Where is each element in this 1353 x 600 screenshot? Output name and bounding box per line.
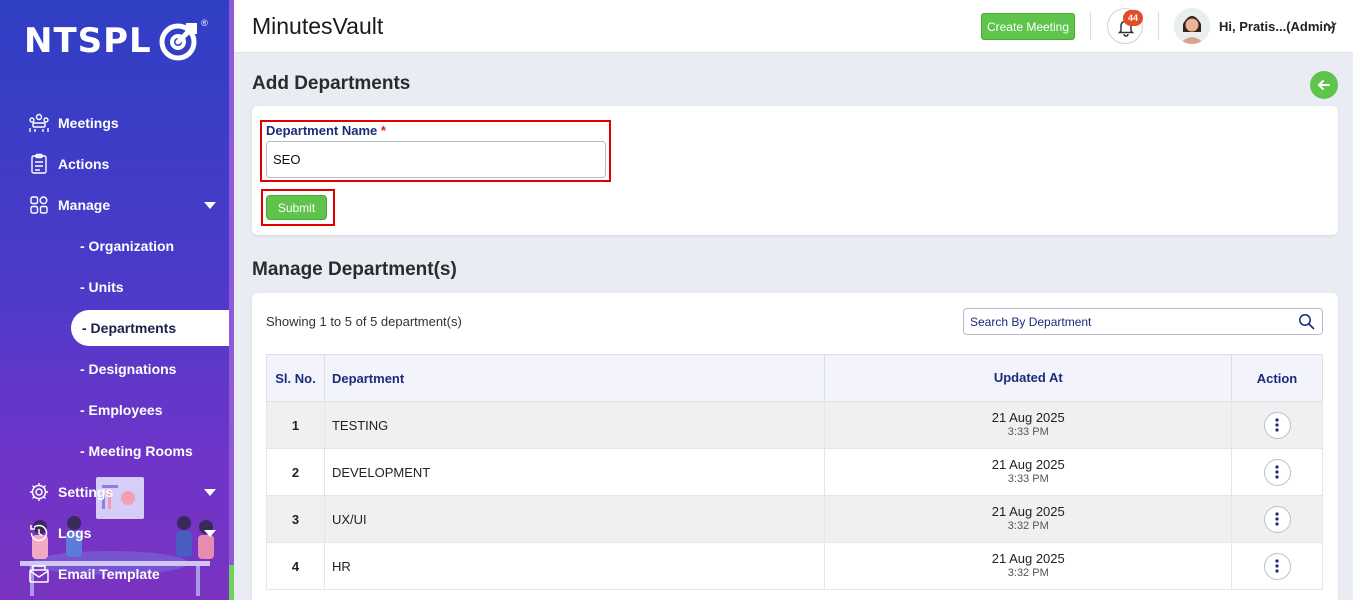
header-divider: [1158, 12, 1159, 40]
departments-table: Sl. No. Department Updated At Action 1 T…: [266, 354, 1323, 590]
table-row: 2 DEVELOPMENT 21 Aug 2025 3:33 PM: [266, 448, 1323, 496]
search-input[interactable]: [970, 313, 1280, 331]
row-actions-button[interactable]: [1263, 411, 1291, 439]
required-mark: *: [380, 123, 386, 138]
row-updated-time: 3:32 PM: [1007, 520, 1049, 532]
more-vertical-icon: [1275, 559, 1279, 573]
mail-icon: [28, 563, 50, 585]
col-header-sl-no: Sl. No.: [266, 354, 325, 402]
add-departments-title: Add Departments: [252, 73, 411, 94]
meetings-icon: [28, 112, 50, 134]
search-box[interactable]: [963, 308, 1323, 335]
row-department: TESTING: [323, 401, 826, 449]
more-vertical-icon: [1275, 418, 1279, 432]
sidebar-sub-departments-label: - Departments: [82, 320, 177, 336]
sidebar-item-label: Actions: [58, 156, 110, 172]
sidebar-sub-employees[interactable]: - Employees: [80, 402, 162, 418]
sidebar-border: [229, 0, 234, 600]
chevron-down-icon: [204, 529, 216, 537]
sidebar-item-settings[interactable]: Settings: [0, 474, 229, 510]
grid-icon: [28, 194, 50, 216]
manage-departments-title: Manage Department(s): [252, 259, 457, 280]
history-icon: [28, 522, 50, 544]
brand-logo[interactable]: NTSPL ®: [24, 18, 208, 64]
row-updated-date: 21 Aug 2025: [991, 410, 1065, 425]
chevron-down-icon: [204, 201, 216, 209]
row-updated-time: 3:33 PM: [1007, 426, 1049, 438]
row-actions-button[interactable]: [1263, 552, 1291, 580]
department-name-label-text: Department Name: [266, 123, 378, 138]
row-actions-button[interactable]: [1263, 458, 1291, 486]
logo-target-icon: ®: [158, 18, 208, 62]
back-button[interactable]: [1310, 71, 1338, 99]
sidebar-item-meetings[interactable]: Meetings: [0, 105, 229, 141]
sidebar-item-manage[interactable]: Manage: [0, 187, 229, 223]
department-name-input[interactable]: [266, 141, 606, 178]
row-department: HR: [323, 542, 826, 590]
row-updated-at: 21 Aug 2025 3:32 PM: [824, 495, 1233, 543]
sidebar-item-actions[interactable]: Actions: [0, 146, 229, 182]
chevron-down-icon: [204, 488, 216, 496]
sidebar-item-email-template[interactable]: Email Template: [0, 556, 229, 592]
row-updated-date: 21 Aug 2025: [991, 551, 1065, 566]
col-header-department: Department: [323, 354, 826, 402]
table-row: 4 HR 21 Aug 2025 3:32 PM: [266, 542, 1323, 590]
row-actions-button[interactable]: [1263, 505, 1291, 533]
row-updated-at: 21 Aug 2025 3:32 PM: [824, 542, 1233, 590]
table-row: 1 TESTING 21 Aug 2025 3:33 PM: [266, 401, 1323, 449]
create-meeting-button[interactable]: Create Meeting: [981, 13, 1075, 40]
more-vertical-icon: [1275, 512, 1279, 526]
sidebar-item-label: Email Template: [58, 566, 160, 582]
row-updated-at: 21 Aug 2025 3:33 PM: [824, 401, 1233, 449]
sidebar-item-label: Logs: [58, 525, 92, 541]
sidebar-item-label: Manage: [58, 197, 111, 213]
submit-button[interactable]: Submit: [266, 195, 327, 220]
sidebar-sub-meeting-rooms[interactable]: - Meeting Rooms: [80, 443, 193, 459]
user-avatar-icon: [1174, 8, 1210, 44]
row-action: [1231, 401, 1323, 449]
department-name-label: Department Name *: [266, 123, 386, 138]
row-sl-no: 3: [266, 495, 325, 543]
row-updated-date: 21 Aug 2025: [991, 457, 1065, 472]
clipboard-icon: [28, 153, 50, 175]
row-department: DEVELOPMENT: [323, 448, 826, 496]
notification-count-badge: 44: [1123, 10, 1143, 26]
row-department: UX/UI: [323, 495, 826, 543]
sidebar-sub-designations[interactable]: - Designations: [80, 361, 176, 377]
gear-icon: [28, 481, 50, 503]
sidebar: NTSPL ® Meetings Actions Manage - Organi…: [0, 0, 234, 600]
table-header-row: Sl. No. Department Updated At Action: [266, 354, 1323, 402]
header-divider: [1090, 12, 1091, 40]
row-updated-date: 21 Aug 2025: [991, 504, 1065, 519]
top-header: MinutesVault Create Meeting 44 Hi, Prati…: [234, 0, 1353, 53]
row-updated-time: 3:33 PM: [1007, 473, 1049, 485]
row-sl-no: 1: [266, 401, 325, 449]
row-sl-no: 4: [266, 542, 325, 590]
row-action: [1231, 542, 1323, 590]
row-sl-no: 2: [266, 448, 325, 496]
sidebar-item-label: Settings: [58, 484, 114, 500]
sidebar-border-accent: [229, 565, 234, 600]
showing-count-text: Showing 1 to 5 of 5 department(s): [266, 314, 462, 329]
logo-text: NTSPL: [24, 21, 152, 61]
sidebar-sub-units[interactable]: - Units: [80, 279, 124, 295]
col-header-action: Action: [1231, 354, 1323, 402]
arrow-left-icon: [1317, 80, 1330, 90]
search-icon[interactable]: [1298, 313, 1315, 330]
sidebar-item-logs[interactable]: Logs: [0, 515, 229, 551]
user-name[interactable]: Hi, Pratis...(Admin): [1219, 19, 1335, 34]
more-vertical-icon: [1275, 465, 1279, 479]
col-header-updated-at: Updated At: [824, 354, 1233, 402]
chevron-down-icon[interactable]: [1324, 18, 1338, 32]
table-row: 3 UX/UI 21 Aug 2025 3:32 PM: [266, 495, 1323, 543]
avatar[interactable]: [1174, 8, 1210, 44]
sidebar-sub-organization[interactable]: - Organization: [80, 238, 174, 254]
row-updated-time: 3:32 PM: [1007, 567, 1049, 579]
row-action: [1231, 448, 1323, 496]
row-updated-at: 21 Aug 2025 3:33 PM: [824, 448, 1233, 496]
row-action: [1231, 495, 1323, 543]
app-title: MinutesVault: [252, 13, 384, 39]
logo-registered-mark: ®: [201, 18, 208, 28]
sidebar-item-label: Meetings: [58, 115, 119, 131]
